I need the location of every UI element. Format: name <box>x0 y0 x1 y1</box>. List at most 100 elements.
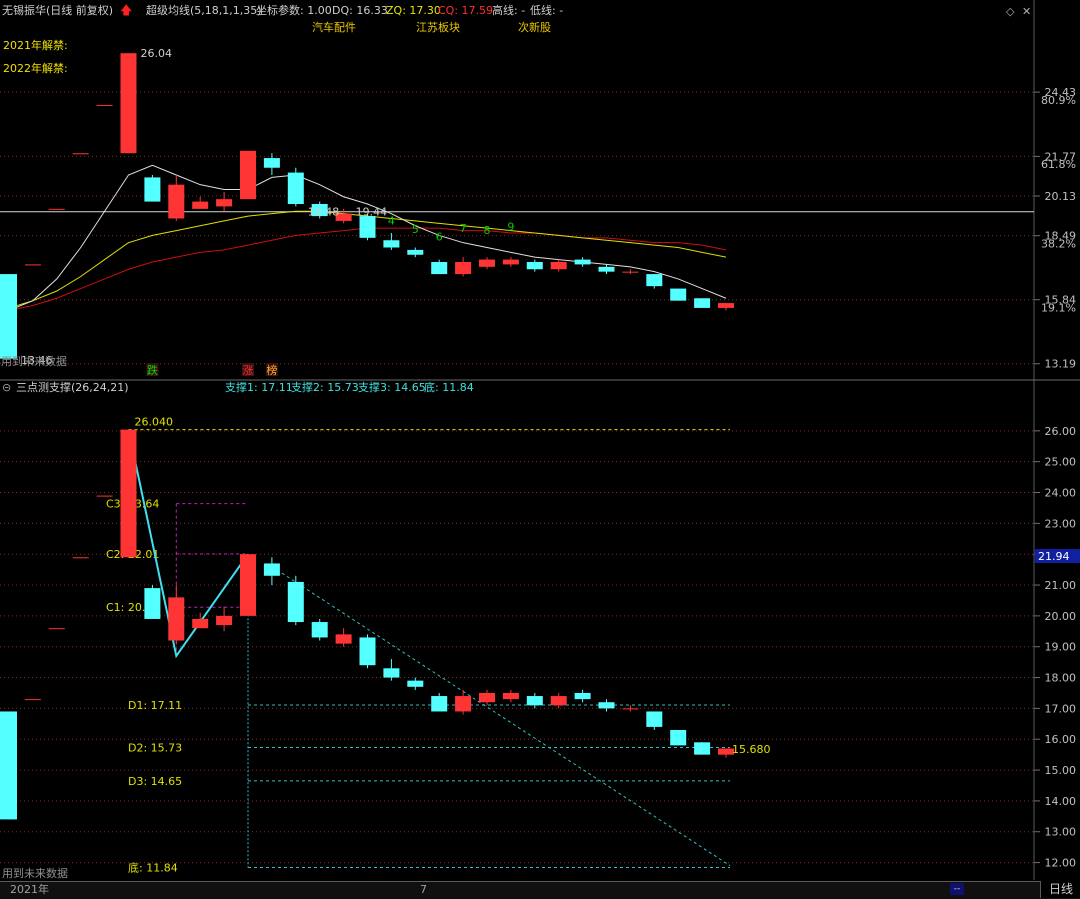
sub-candle-body <box>431 696 448 712</box>
unlock-2022-label: 2022年解禁: <box>3 62 68 75</box>
sub-axis-label: 26.00 <box>1045 425 1077 438</box>
sub-pane-collapse-icon[interactable]: ⊝ <box>2 381 11 395</box>
main-candle-body <box>0 274 17 359</box>
sub-candle-body <box>48 628 65 630</box>
main-candle-body <box>383 240 400 248</box>
cq-value: CQ: 17.59 <box>438 4 494 17</box>
main-candle-body <box>574 259 591 265</box>
sub-candle-body <box>479 692 495 703</box>
td-count-label: 5 <box>412 223 419 236</box>
main-candle-body <box>96 104 113 106</box>
sub-pane[interactable]: 26.040C3: 23.64C2: 22.01C1: 20.28D1: 17.… <box>0 416 771 875</box>
scroll-thumb[interactable]: -- <box>950 883 964 895</box>
main-candle-body <box>120 53 137 154</box>
sub-candle-body <box>694 742 711 755</box>
dq-value: DQ: 16.33 <box>332 4 388 17</box>
sub-candle-body <box>24 699 41 701</box>
main-candle-body <box>526 262 543 270</box>
sub-candle-body <box>502 692 519 700</box>
support3-value: 支撑3: 14.65 <box>358 381 426 394</box>
main-axis-pct-label: 80.9% <box>1041 94 1076 107</box>
td-count-label: 8 <box>484 224 491 237</box>
sub-candle-body <box>407 680 424 687</box>
sub-axis-label: 12.00 <box>1045 857 1077 870</box>
main-grid <box>0 91 1034 365</box>
main-candle-body <box>144 177 161 202</box>
sub-candle-body <box>335 634 352 644</box>
main-pane[interactable]: 26.0419.48 19.4413.464567 8 9跌涨榜 <box>0 47 1034 377</box>
sub-candle-body <box>0 711 17 820</box>
sub-indicator-name[interactable]: 三点测支撑(26,24,21) <box>16 381 129 395</box>
main-candle-body <box>598 266 615 272</box>
sub-candle-body <box>144 588 161 619</box>
main-candle-body <box>407 249 424 255</box>
month-label: 7 <box>420 883 427 896</box>
sub-candle-body <box>526 696 543 706</box>
d-level-label: D3: 14.65 <box>128 775 182 788</box>
bottom-value: 底: 11.84 <box>424 381 474 394</box>
sub-axis-label: 19.00 <box>1045 641 1077 654</box>
current-price-tag-text: 21.94 <box>1038 550 1070 563</box>
main-price-axis: 24.4321.7720.1318.4915.8413.1980.9%61.8%… <box>1034 86 1076 371</box>
main-candle-body <box>622 271 639 273</box>
sub-axis-label: 15.00 <box>1045 764 1077 777</box>
concept-tag[interactable]: 次新股 <box>518 21 551 35</box>
stock-mark-label: 跌 <box>147 363 158 377</box>
main-axis-pct-label: 61.8% <box>1041 158 1076 171</box>
low-label: 15.680 <box>732 743 771 756</box>
d-level-label: D1: 17.11 <box>128 699 182 712</box>
indicator-name[interactable]: 超级均线(5,18,1,1,35) <box>146 4 262 18</box>
main-candle-body <box>550 262 567 270</box>
sub-candle-body <box>120 429 137 558</box>
year-label: 2021年 <box>10 883 49 896</box>
close-pane-icon[interactable]: ✕ <box>1022 5 1031 18</box>
sub-candle-body <box>670 729 687 746</box>
main-candle-body <box>48 208 65 210</box>
main-candle-body <box>168 184 185 219</box>
concept-tag[interactable]: 汽车配件 <box>312 21 356 35</box>
sub-candle-body <box>96 495 113 497</box>
main-candle-body <box>192 201 209 209</box>
support2-value: 支撑2: 15.73 <box>291 381 359 394</box>
td-count-label: 7 <box>460 222 467 235</box>
main-candle-body <box>718 303 734 308</box>
main-candle-body <box>479 259 495 267</box>
diamond-icon[interactable]: ◇ <box>1006 5 1014 18</box>
ma-red-line <box>8 227 727 311</box>
sub-axis-label: 24.00 <box>1045 487 1077 500</box>
sub-axis-label: 21.00 <box>1045 579 1077 592</box>
stock-chart[interactable]: 26.0419.48 19.4413.464567 8 9跌涨榜 26.040C3: … <box>0 0 1080 898</box>
sub-axis-label: 14.00 <box>1045 795 1077 808</box>
sub-candle-body <box>287 581 304 623</box>
td-count-label: 9 <box>507 221 514 234</box>
sub-candle-body <box>263 563 280 576</box>
main-axis-label: 20.13 <box>1045 190 1077 203</box>
sub-candle-body <box>383 668 400 678</box>
time-axis-bar[interactable] <box>0 881 1080 899</box>
sub-candle-body <box>550 696 567 706</box>
zq-value: ZQ: 17.30 <box>386 4 441 17</box>
stock-title: 无锡振华(日线 前复权) <box>2 4 114 17</box>
main-candle-body <box>240 150 256 200</box>
concept-tag[interactable]: 江苏板块 <box>416 21 460 35</box>
stock-mark-label: 涨 <box>243 364 254 377</box>
main-axis-pct-label: 19.1% <box>1041 301 1076 314</box>
sub-axis-label: 13.00 <box>1045 826 1077 839</box>
price-annotation: 26.04 <box>141 47 173 60</box>
sub-axis-label: 23.00 <box>1045 517 1077 530</box>
main-candle-body <box>263 158 280 168</box>
main-candle-body <box>72 153 89 155</box>
high-level-label: 26.040 <box>135 416 174 429</box>
main-candle-body <box>502 259 519 265</box>
high-line-value: 高线: - <box>492 4 526 17</box>
td-count-label: 4 <box>388 215 395 228</box>
period-selector[interactable]: 日线 <box>1040 881 1080 898</box>
sub-price-axis: 26.0025.0024.0023.0022.0021.0020.0019.00… <box>1034 425 1080 870</box>
low-line-value: 低线: - <box>530 4 564 17</box>
sub-axis-label: 16.00 <box>1045 733 1077 746</box>
main-candle-body <box>24 264 41 266</box>
main-candle-body <box>287 172 304 204</box>
sub-candle-body <box>574 692 591 700</box>
sub-grid <box>0 430 1034 864</box>
main-candle-body <box>670 288 687 301</box>
